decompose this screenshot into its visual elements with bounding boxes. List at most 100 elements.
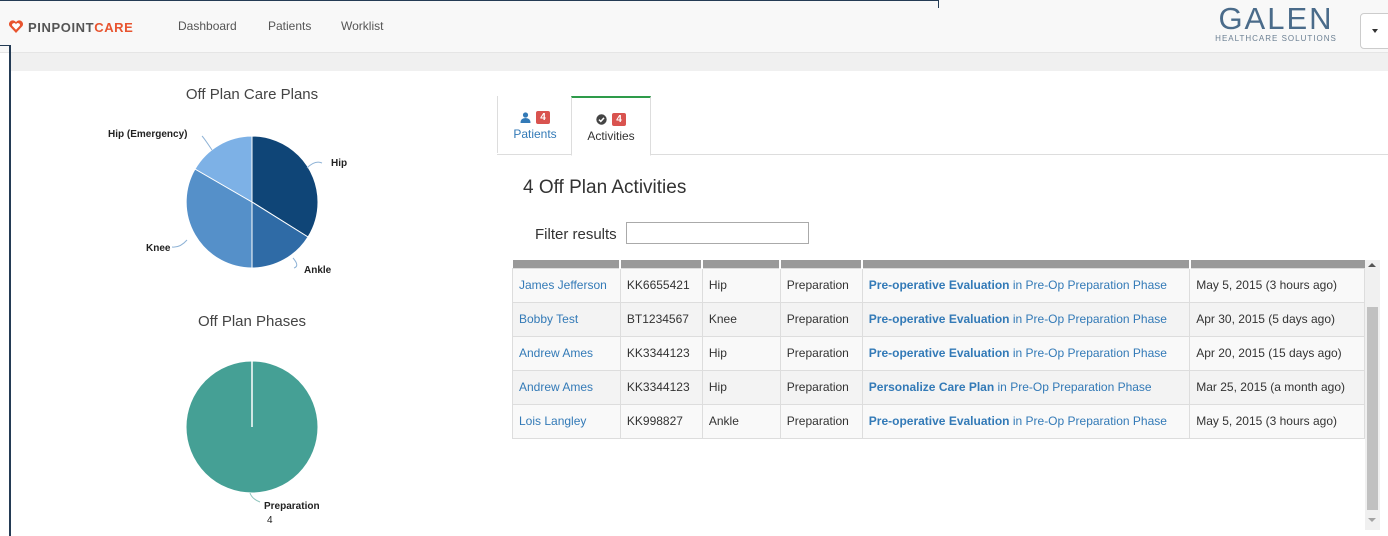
phase-cell: Preparation <box>779 370 863 405</box>
mrn-cell: KK3344123 <box>619 336 703 371</box>
activity-connector: in <box>994 380 1011 394</box>
filter-label: Filter results <box>535 226 617 243</box>
plan-cell: Hip <box>701 336 781 371</box>
care-plans-pie-chart <box>171 135 323 269</box>
activity-connector: in <box>1009 278 1026 292</box>
pie-label-ankle: Ankle <box>304 265 332 276</box>
activity-link[interactable]: Pre-operative Evaluation <box>869 278 1010 292</box>
table-row: Andrew Ames KK3344123 Hip Preparation Pe… <box>512 370 1365 405</box>
activity-connector: in <box>1009 312 1026 326</box>
activities-table-container: James Jefferson KK6655421 Hip Preparatio… <box>512 260 1365 530</box>
column-header-plan[interactable] <box>702 260 782 269</box>
label-leader <box>201 135 213 151</box>
pinpoint-heart-icon <box>8 20 24 33</box>
nav-patients[interactable]: Patients <box>268 19 311 33</box>
brand-logo[interactable]: PINPOINTCARE <box>8 18 133 36</box>
tab-patients[interactable]: 4 Patients <box>497 96 572 153</box>
activity-link[interactable]: Pre-operative Evaluation <box>869 414 1010 428</box>
column-header-mrn[interactable] <box>620 260 704 269</box>
patient-link[interactable]: Bobby Test <box>519 312 578 326</box>
phase-cell: Preparation <box>779 404 863 439</box>
activities-section-title: 4 Off Plan Activities <box>523 177 687 198</box>
phase-cell: Preparation <box>779 302 863 337</box>
tab-bar: 4 Patients 4 Activities <box>497 96 1388 156</box>
date-cell: Apr 20, 2015 (15 days ago) <box>1189 336 1365 371</box>
plan-cell: Hip <box>701 370 781 405</box>
pie-label-knee: Knee <box>146 243 171 254</box>
tab-patients-label: Patients <box>513 127 557 141</box>
activity-link[interactable]: Pre-operative Evaluation <box>869 346 1010 360</box>
brand-name: PINPOINTCARE <box>28 19 134 35</box>
phase-link[interactable]: Pre-Op Preparation Phase <box>1026 414 1167 428</box>
nav-worklist[interactable]: Worklist <box>341 19 383 33</box>
date-cell: May 5, 2015 (3 hours ago) <box>1189 268 1365 303</box>
frame-line <box>938 0 939 8</box>
tab-activities[interactable]: 4 Activities <box>571 96 651 156</box>
activities-count-badge: 4 <box>612 112 626 126</box>
column-header-activity[interactable] <box>862 260 1191 269</box>
frame-line <box>9 45 11 536</box>
plan-cell: Ankle <box>701 404 781 439</box>
pie-label-hip: Hip <box>331 158 348 169</box>
table-row: James Jefferson KK6655421 Hip Preparatio… <box>512 268 1365 303</box>
column-header-date[interactable] <box>1189 260 1365 269</box>
patient-link[interactable]: Lois Langley <box>519 414 586 428</box>
filter-results-input[interactable] <box>626 222 809 244</box>
date-cell: Mar 25, 2015 (a month ago) <box>1189 370 1365 405</box>
table-row: Lois Langley KK998827 Ankle Preparation … <box>512 404 1365 439</box>
column-header-phase[interactable] <box>780 260 864 269</box>
phase-link[interactable]: Pre-Op Preparation Phase <box>1010 380 1151 394</box>
content-header-strip <box>10 53 1388 71</box>
pie-value-preparation: 4 <box>267 515 273 526</box>
date-cell: May 5, 2015 (3 hours ago) <box>1189 404 1365 439</box>
scroll-down-arrow-icon[interactable] <box>1368 518 1376 522</box>
table-scrollbar-thumb[interactable] <box>1367 307 1378 510</box>
phase-cell: Preparation <box>779 268 863 303</box>
label-leader <box>306 161 323 169</box>
tab-activities-label: Activities <box>587 129 635 143</box>
pie-label-preparation: Preparation <box>264 501 320 512</box>
phase-cell: Preparation <box>779 336 863 371</box>
patient-link[interactable]: Andrew Ames <box>519 346 593 360</box>
patients-count-badge: 4 <box>536 110 550 124</box>
patient-link[interactable]: James Jefferson <box>519 278 607 292</box>
label-leader <box>171 239 188 248</box>
nav-dashboard[interactable]: Dashboard <box>178 19 237 33</box>
care-plans-chart-title: Off Plan Care Plans <box>185 86 319 103</box>
label-leader <box>292 257 298 269</box>
phase-link[interactable]: Pre-Op Preparation Phase <box>1026 278 1167 292</box>
frame-line <box>0 45 10 46</box>
mrn-cell: KK6655421 <box>619 268 703 303</box>
activity-link[interactable]: Pre-operative Evaluation <box>869 312 1010 326</box>
top-navbar: PINPOINTCARE Dashboard Patients Worklist… <box>0 0 1388 53</box>
activity-connector: in <box>1009 414 1026 428</box>
mrn-cell: BT1234567 <box>619 302 703 337</box>
scroll-up-arrow-icon[interactable] <box>1368 263 1376 267</box>
table-row: Andrew Ames KK3344123 Hip Preparation Pr… <box>512 336 1365 371</box>
label-leader <box>249 492 261 503</box>
column-header-patient[interactable] <box>512 260 622 269</box>
mrn-cell: KK3344123 <box>619 370 703 405</box>
mrn-cell: KK998827 <box>619 404 703 439</box>
phase-link[interactable]: Pre-Op Preparation Phase <box>1026 312 1167 326</box>
table-header-row <box>512 260 1365 269</box>
galen-tagline: HEALTHCARE SOLUTIONS <box>1215 34 1337 43</box>
phases-chart-title: Off Plan Phases <box>197 313 307 330</box>
frame-line <box>0 0 938 1</box>
activities-table: James Jefferson KK6655421 Hip Preparatio… <box>512 260 1365 439</box>
check-circle-icon <box>596 113 607 125</box>
user-icon <box>520 111 531 123</box>
table-row: Bobby Test BT1234567 Knee Preparation Pr… <box>512 302 1365 337</box>
pie-label-hip-emergency: Hip (Emergency) <box>108 129 188 140</box>
activity-link[interactable]: Personalize Care Plan <box>869 380 994 394</box>
activity-connector: in <box>1009 346 1026 360</box>
galen-wordmark: GALEN <box>1218 1 1334 36</box>
patient-link[interactable]: Andrew Ames <box>519 380 593 394</box>
plan-cell: Knee <box>701 302 781 337</box>
phases-pie-chart <box>185 360 319 503</box>
phase-link[interactable]: Pre-Op Preparation Phase <box>1026 346 1167 360</box>
plan-cell: Hip <box>701 268 781 303</box>
caret-down-icon <box>1372 29 1378 33</box>
user-menu-button[interactable] <box>1360 13 1388 49</box>
date-cell: Apr 30, 2015 (5 days ago) <box>1189 302 1365 337</box>
